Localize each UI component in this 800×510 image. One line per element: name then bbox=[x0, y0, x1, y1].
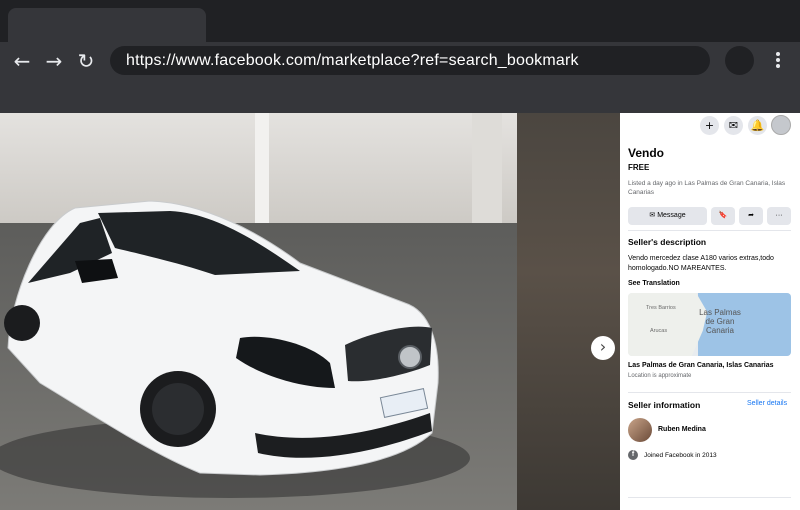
listing-price: FREE bbox=[628, 163, 650, 172]
messenger-icon[interactable]: ✉ bbox=[724, 116, 743, 135]
account-avatar[interactable] bbox=[771, 115, 791, 135]
profile-avatar[interactable] bbox=[725, 46, 754, 75]
url-text[interactable]: https://www.facebook.com/marketplace?ref… bbox=[126, 52, 579, 70]
description-heading: Seller's description bbox=[628, 237, 707, 247]
blurred-background bbox=[517, 113, 620, 510]
location-name: Las Palmas de Gran Canaria, Islas Canari… bbox=[628, 362, 774, 369]
photo-viewer: › bbox=[0, 113, 620, 510]
map-label: Arucas bbox=[650, 328, 668, 334]
map-label: Tres Barrios bbox=[646, 305, 676, 311]
reload-icon[interactable]: ↻ bbox=[74, 49, 98, 73]
location-approx: Location is approximate bbox=[628, 373, 692, 379]
share-button[interactable]: ➦ bbox=[739, 207, 763, 225]
message-button-label: Message bbox=[657, 212, 686, 219]
seller-info-heading: Seller information bbox=[628, 400, 701, 410]
listing-title: Vendo bbox=[628, 146, 665, 160]
bookmark-icon: 🔖 bbox=[718, 212, 728, 219]
map-city-label: Las Palmas de Gran Canaria bbox=[699, 308, 741, 335]
more-icon: ··· bbox=[775, 212, 783, 219]
seller-name[interactable]: Ruben Medina bbox=[658, 426, 706, 433]
panel-topbar: + ✉ 🔔 bbox=[620, 113, 800, 141]
facebook-icon: f bbox=[628, 450, 638, 460]
joined-text: Joined Facebook in 2013 bbox=[644, 452, 717, 459]
tab-strip bbox=[0, 0, 800, 42]
listing-meta: Listed a day ago in Las Palmas de Gran C… bbox=[628, 180, 786, 196]
divider bbox=[628, 230, 791, 231]
more-button[interactable]: ··· bbox=[767, 207, 791, 225]
seller-avatar[interactable] bbox=[628, 418, 652, 442]
see-translation-link[interactable]: See Translation bbox=[628, 280, 680, 287]
divider bbox=[628, 392, 791, 393]
browser-toolbar: ← → ↻ https://www.facebook.com/marketpla… bbox=[0, 42, 800, 113]
messenger-icon: ✉ bbox=[649, 212, 656, 219]
listing-panel: + ✉ 🔔 Vendo FREE Listed a day ago in Las… bbox=[620, 113, 800, 510]
location-map[interactable]: Tres Barrios Arucas Las Palmas de Gran C… bbox=[628, 293, 791, 356]
save-button[interactable]: 🔖 bbox=[711, 207, 735, 225]
seller-details-link[interactable]: Seller details bbox=[747, 400, 787, 407]
divider bbox=[628, 497, 791, 498]
message-button[interactable]: ✉ Message bbox=[628, 207, 707, 225]
forward-icon[interactable]: → bbox=[42, 49, 66, 73]
address-bar[interactable]: https://www.facebook.com/marketplace?ref… bbox=[110, 46, 710, 75]
description-text: Vendo mercedez clase A180 varios extras,… bbox=[628, 255, 774, 272]
share-icon: ➦ bbox=[748, 212, 754, 219]
back-icon[interactable]: ← bbox=[10, 49, 34, 73]
car-illustration bbox=[0, 200, 470, 498]
notifications-icon[interactable]: 🔔 bbox=[748, 116, 767, 135]
listing-photo bbox=[0, 113, 517, 510]
next-photo-button[interactable]: › bbox=[591, 336, 615, 360]
menu-icon[interactable] bbox=[770, 50, 786, 70]
create-icon[interactable]: + bbox=[700, 116, 719, 135]
browser-tab[interactable] bbox=[8, 8, 206, 42]
